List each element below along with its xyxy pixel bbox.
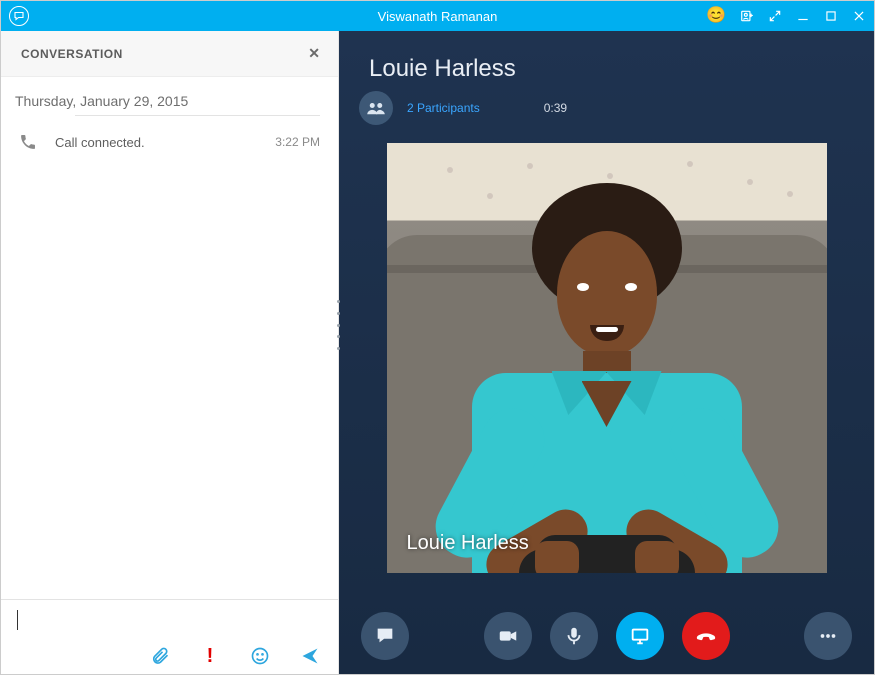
message-input-area bbox=[1, 599, 338, 646]
window-title: Viswanath Ramanan bbox=[378, 9, 498, 24]
more-button[interactable] bbox=[804, 612, 852, 660]
conversation-close-button[interactable]: ✕ bbox=[308, 45, 320, 62]
remote-user-name: Louie Harless bbox=[369, 55, 874, 83]
microphone-button[interactable] bbox=[550, 612, 598, 660]
conversation-header-label: CONVERSATION bbox=[21, 47, 123, 61]
message-input[interactable] bbox=[17, 610, 326, 638]
video-overlay-name: Louie Harless bbox=[407, 532, 529, 555]
app-window: Viswanath Ramanan 😊 CONVERSATION bbox=[0, 0, 875, 675]
call-controls-right bbox=[804, 612, 852, 660]
video-placeholder bbox=[387, 143, 827, 573]
participants-link[interactable]: 2 Participants bbox=[407, 101, 480, 115]
titlebar: Viswanath Ramanan 😊 bbox=[1, 1, 874, 31]
send-icon[interactable] bbox=[300, 646, 320, 666]
video-frame: Louie Harless bbox=[387, 143, 827, 573]
present-button[interactable] bbox=[616, 612, 664, 660]
maximize-icon[interactable] bbox=[824, 9, 838, 23]
event-message: Call connected. bbox=[55, 135, 145, 150]
add-contact-icon[interactable] bbox=[740, 9, 754, 23]
call-panel: Louie Harless 2 Participants 0:39 bbox=[339, 31, 874, 674]
conversation-header: CONVERSATION ✕ bbox=[1, 31, 338, 77]
body: CONVERSATION ✕ Thursday, January 29, 201… bbox=[1, 31, 874, 674]
phone-icon bbox=[19, 133, 37, 151]
conversation-date: Thursday, January 29, 2015 bbox=[15, 93, 320, 115]
video-button[interactable] bbox=[484, 612, 532, 660]
window-controls: 😊 bbox=[706, 8, 866, 24]
conversation-panel: CONVERSATION ✕ Thursday, January 29, 201… bbox=[1, 31, 339, 674]
call-timer: 0:39 bbox=[544, 101, 567, 115]
close-icon[interactable] bbox=[852, 9, 866, 23]
hangup-button[interactable] bbox=[682, 612, 730, 660]
participants-icon[interactable] bbox=[359, 91, 393, 125]
call-meta: 2 Participants 0:39 bbox=[359, 91, 874, 125]
minimize-icon[interactable] bbox=[796, 9, 810, 23]
panel-splitter[interactable] bbox=[335, 300, 341, 350]
message-toolbar: ! bbox=[1, 646, 338, 674]
event-time: 3:22 PM bbox=[275, 135, 320, 149]
conversation-event: Call connected. 3:22 PM bbox=[15, 123, 320, 161]
important-icon[interactable]: ! bbox=[200, 646, 220, 666]
emoji-outline-icon[interactable] bbox=[250, 646, 270, 666]
call-controls-center bbox=[339, 612, 874, 660]
call-header: Louie Harless bbox=[339, 31, 874, 83]
paperclip-icon[interactable] bbox=[150, 646, 170, 666]
conversation-body: Thursday, January 29, 2015 Call connecte… bbox=[1, 77, 338, 599]
app-icon bbox=[9, 6, 29, 26]
fullscreen-icon[interactable] bbox=[768, 9, 782, 23]
emoji-smile-icon[interactable]: 😊 bbox=[706, 8, 726, 24]
